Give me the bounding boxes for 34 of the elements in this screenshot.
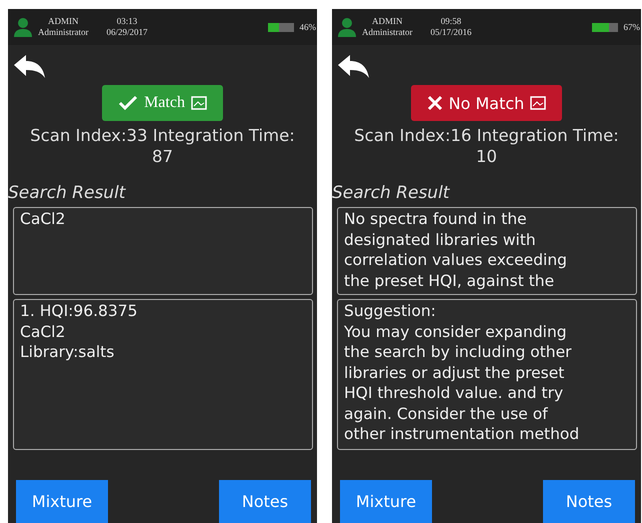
action-button[interactable]: Notes [543,480,635,523]
user-icon [338,17,356,37]
result-button[interactable]: No Match [410,85,562,121]
result-text: 1. HQI:96.8375 CaCl2 Library:salts [13,299,313,450]
action-button[interactable]: Mixture [340,480,432,523]
section-title: Search Result [8,183,127,203]
clock-date: 06/29/2017 [106,27,148,38]
result-text: No spectra found in the designated libraries with correlation values exceeding the preset HQI, against the [337,207,637,295]
result-text: Suggestion: You may consider expanding the search by including other libraries or adjust the preset HQI threshold value. and try again. Consider the use of other instrumentation method [337,299,637,450]
scan-info: Scan Index:33 Integration Time: 87 [29,125,296,167]
image-icon [190,96,207,110]
battery-percent: 67% [624,22,640,32]
user-role: Administrator [38,27,88,38]
user-name: ADMIN [372,16,402,27]
close-icon [426,95,443,111]
result-text: CaCl2 [13,207,313,295]
battery-percent: 46% [300,22,316,32]
user-icon [14,17,32,37]
battery-icon [592,22,618,32]
scan-info: Scan Index:16 Integration Time: 10 [353,125,620,167]
image-icon [530,96,546,110]
check-icon [118,95,138,111]
back-icon[interactable] [338,55,370,79]
battery-icon [268,22,294,32]
clock-date: 05/17/2016 [430,27,472,38]
action-button[interactable]: Notes [219,480,311,523]
action-button[interactable]: Mixture [16,480,108,523]
result-button[interactable]: Match [102,85,223,121]
user-name: ADMIN [48,16,78,27]
user-role: Administrator [362,27,412,38]
back-icon[interactable] [14,55,46,79]
clock-time: 09:58 [440,16,462,27]
section-title: Search Result [332,183,451,203]
clock-time: 03:13 [116,16,138,27]
